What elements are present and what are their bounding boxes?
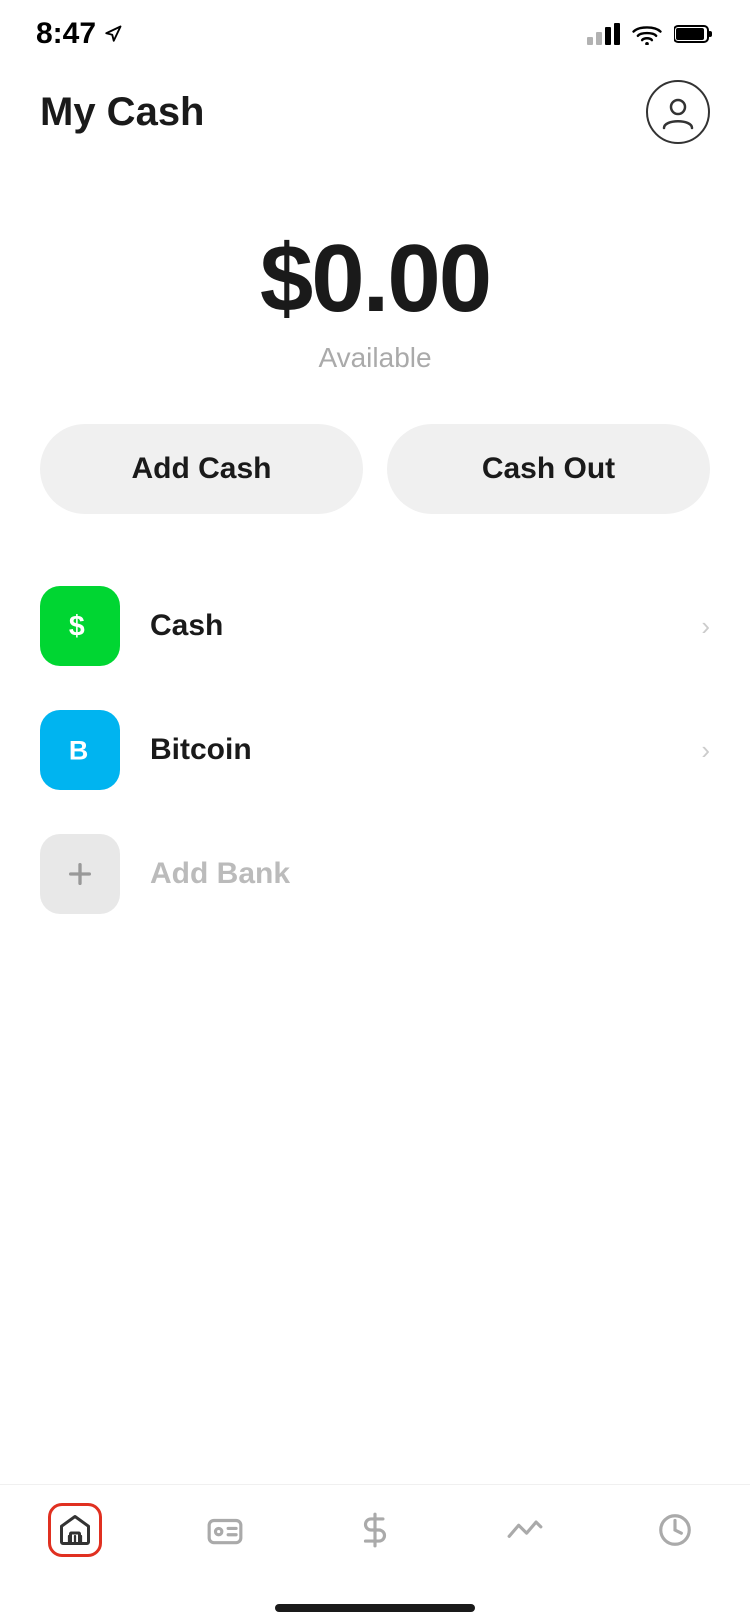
bitcoin-icon-bg: B (40, 710, 120, 790)
nav-item-dollar[interactable] (325, 1503, 425, 1557)
balance-section: $0.00 Available (0, 164, 750, 424)
dollar-sign-icon: $ (61, 607, 99, 645)
add-cash-button[interactable]: Add Cash (40, 424, 363, 514)
balance-label: Available (318, 342, 431, 374)
nav-item-card[interactable] (175, 1503, 275, 1557)
battery-icon (674, 23, 714, 45)
balance-amount: $0.00 (260, 224, 490, 334)
action-buttons: Add Cash Cash Out (0, 424, 750, 514)
list-item-bitcoin[interactable]: B Bitcoin › (40, 688, 710, 812)
signal-icon (587, 23, 620, 45)
list-section: $ Cash › B Bitcoin › Add Bank (0, 564, 750, 936)
list-item-cash[interactable]: $ Cash › (40, 564, 710, 688)
dollar-nav-icon (348, 1503, 402, 1557)
cash-chevron-icon: › (701, 611, 710, 642)
page-title: My Cash (40, 90, 205, 135)
plus-icon (64, 858, 96, 890)
profile-icon (660, 94, 696, 130)
home-indicator (275, 1604, 475, 1612)
svg-text:$: $ (69, 611, 85, 643)
add-bank-label: Add Bank (150, 857, 710, 891)
wifi-icon (632, 23, 662, 45)
location-arrow-icon (104, 25, 122, 43)
nav-item-activity[interactable] (475, 1503, 575, 1557)
nav-item-clock[interactable] (625, 1503, 725, 1557)
svg-text:B: B (69, 736, 88, 766)
profile-button[interactable] (646, 80, 710, 144)
header: My Cash (0, 60, 750, 164)
cash-label: Cash (150, 609, 701, 643)
clock-nav-icon (648, 1503, 702, 1557)
activity-nav-icon (498, 1503, 552, 1557)
home-nav-icon (48, 1503, 102, 1557)
status-time: 8:47 (36, 17, 122, 51)
status-bar: 8:47 (0, 0, 750, 60)
bitcoin-label: Bitcoin (150, 733, 701, 767)
status-icons (587, 23, 714, 45)
list-item-add-bank[interactable]: Add Bank (40, 812, 710, 936)
cash-icon-bg: $ (40, 586, 120, 666)
bottom-nav (0, 1484, 750, 1624)
bitcoin-chevron-icon: › (701, 735, 710, 766)
bitcoin-b-icon: B (61, 731, 99, 769)
nav-item-home[interactable] (25, 1503, 125, 1557)
time-display: 8:47 (36, 17, 96, 51)
card-nav-icon (198, 1503, 252, 1557)
cash-out-button[interactable]: Cash Out (387, 424, 710, 514)
add-bank-icon-bg (40, 834, 120, 914)
